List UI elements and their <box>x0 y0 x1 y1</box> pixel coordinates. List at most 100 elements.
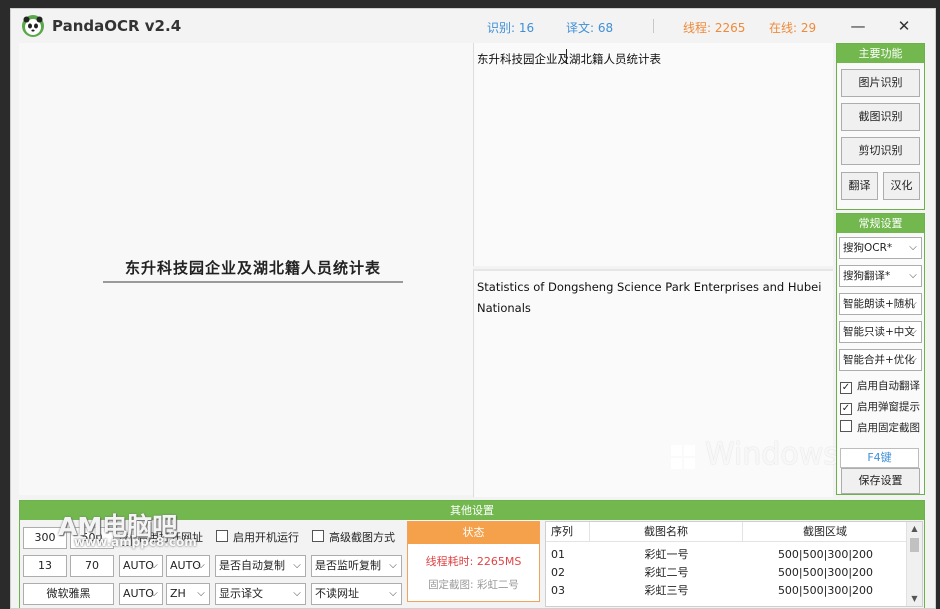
close-button[interactable]: ✕ <box>892 15 916 37</box>
read-only-select[interactable]: 智能只读+中文 ⌵ <box>839 321 922 343</box>
merge-mode-select[interactable]: 智能合并+优化 ⌵ <box>839 349 922 371</box>
image-preview-pane[interactable]: 东升科技园企业及湖北籍人员统计表 <box>19 43 473 495</box>
translate-count: 译文: 68 <box>566 21 614 35</box>
display-mode-select[interactable]: 显示译文 ⌵ <box>215 583 306 605</box>
checkbox-icon <box>312 530 324 542</box>
title-bar[interactable]: PandaOCR v2.4 识别: 16 译文: 68 线程: 2265 在线:… <box>11 9 935 43</box>
translate-button[interactable]: 翻译 <box>841 172 878 200</box>
translate-engine-value: 搜狗翻译* <box>843 270 891 282</box>
table-row[interactable]: 03 彩虹三号 500|500|300|200 <box>546 582 908 600</box>
popup-tip-label: 启用弹窗提示 <box>857 401 920 413</box>
text-caret <box>566 49 567 64</box>
row-name: 彩虹三号 <box>644 584 689 597</box>
chevron-down-icon: ⌵ <box>909 326 917 337</box>
opacity-field[interactable]: 70 <box>70 555 114 577</box>
column-header-name[interactable]: 截图名称 <box>590 522 743 542</box>
ocr-lang-select[interactable]: AUTO ⌵ <box>119 583 163 605</box>
save-settings-button[interactable]: 保存设置 <box>841 468 920 494</box>
chevron-down-icon: ⌵ <box>197 560 205 571</box>
auto-translate-label: 启用自动翻译 <box>857 380 920 392</box>
advanced-capture-checkbox[interactable]: 高级截图方式 <box>312 530 395 546</box>
row-name: 彩虹一号 <box>644 548 689 561</box>
scroll-down-icon[interactable]: ▼ <box>907 592 922 606</box>
minimize-button[interactable]: — <box>846 15 870 37</box>
panda-logo-icon <box>22 15 44 37</box>
main-functions-panel: 主要功能 图片识别 截图识别 剪切识别 翻译 汉化 <box>836 43 925 210</box>
ocr-engine-value: 搜狗OCR* <box>843 242 893 254</box>
hotkey-field[interactable]: F4键 <box>840 448 919 468</box>
checkbox-icon <box>216 530 228 542</box>
fixed-capture-checkbox[interactable]: 启用固定截图 <box>840 420 920 436</box>
popup-tip-checkbox[interactable]: ✓ 启用弹窗提示 <box>840 399 920 415</box>
display-mode-value: 显示译文 <box>219 587 263 600</box>
font-select[interactable]: 微软雅黑 <box>23 583 114 605</box>
auto-translate-checkbox[interactable]: ✓ 启用自动翻译 <box>840 378 920 394</box>
checkbox-icon: ✓ <box>840 382 852 394</box>
url-reading-value: 不读网址 <box>315 587 359 600</box>
auto-copy-value: 是否自动复制 <box>219 559 285 572</box>
recognize-count: 识别: 16 <box>487 21 535 35</box>
checkbox-icon: ✓ <box>840 403 852 415</box>
translate-engine-select[interactable]: 搜狗翻译* ⌵ <box>839 265 922 287</box>
online-count: 在线: 29 <box>769 21 817 35</box>
status-heading: 状态 <box>408 522 539 544</box>
advanced-capture-label: 高级截图方式 <box>329 531 395 544</box>
row-name: 彩虹二号 <box>644 566 689 579</box>
font-size-field[interactable]: 13 <box>23 555 67 577</box>
scroll-up-icon[interactable]: ▲ <box>907 522 922 536</box>
image-ocr-button[interactable]: 图片识别 <box>841 69 920 97</box>
read-only-value: 智能只读+中文 <box>843 326 915 338</box>
title-divider <box>653 19 654 33</box>
preview-document-title: 东升科技园企业及湖北籍人员统计表 <box>124 259 381 277</box>
url-reading-select[interactable]: 不读网址 ⌵ <box>311 583 402 605</box>
fixed-capture-label: 启用固定截图 <box>857 422 920 434</box>
chevron-down-icon: ⌵ <box>389 588 397 599</box>
preview-underline <box>103 281 403 283</box>
startup-run-checkbox[interactable]: 启用开机运行 <box>216 530 299 546</box>
column-header-seq[interactable]: 序列 <box>546 522 590 542</box>
clipboard-ocr-button[interactable]: 剪切识别 <box>841 137 920 165</box>
column-header-region[interactable]: 截图区域 <box>743 522 908 542</box>
chevron-down-icon: ⌵ <box>150 588 158 599</box>
ocr-result-text: 东升科技园企业及湖北籍人员统计表 <box>477 52 661 66</box>
thread-count: 线程: 2265 <box>683 21 746 35</box>
thread-time-text: 线程耗时: 2265MS <box>425 555 522 568</box>
table-row[interactable]: 01 彩虹一号 500|500|300|200 <box>546 546 908 564</box>
read-mode-select[interactable]: 智能朗读+随机 ⌵ <box>839 293 922 315</box>
row-region: 500|500|300|200 <box>777 566 874 579</box>
row-region: 500|500|300|200 <box>777 584 874 597</box>
chevron-down-icon: ⌵ <box>293 588 301 599</box>
target-lang-select[interactable]: AUTO ⌵ <box>166 555 210 577</box>
row-region: 500|500|300|200 <box>777 548 874 561</box>
capture-table[interactable]: 序列 截图名称 截图区域 01 彩虹一号 500|500|300|200 02 … <box>545 521 923 607</box>
output-lang-value: ZH <box>170 587 186 600</box>
chevron-down-icon: ⌵ <box>293 560 301 571</box>
scroll-thumb[interactable] <box>910 538 919 552</box>
source-lang-select[interactable]: AUTO ⌵ <box>119 555 163 577</box>
row-seq: 01 <box>551 548 565 561</box>
translation-text: Statistics of Dongsheng Science Park Ent… <box>477 280 822 315</box>
chevron-down-icon: ⌵ <box>909 270 917 281</box>
windows-logo-icon <box>671 445 695 469</box>
chevron-down-icon: ⌵ <box>909 242 917 253</box>
monitor-copy-value: 是否监听复制 <box>315 559 381 572</box>
ocr-result-textarea[interactable]: 东升科技园企业及湖北籍人员统计表 <box>473 43 833 266</box>
output-lang-select[interactable]: ZH ⌵ <box>166 583 210 605</box>
localize-button[interactable]: 汉化 <box>883 172 920 200</box>
chevron-down-icon: ⌵ <box>197 588 205 599</box>
checkbox-icon <box>840 420 852 432</box>
monitor-copy-select[interactable]: 是否监听复制 ⌵ <box>311 555 402 577</box>
table-scrollbar[interactable]: ▲ ▼ <box>906 522 922 606</box>
general-settings-heading: 常规设置 <box>837 214 924 233</box>
chevron-down-icon: ⌵ <box>150 560 158 571</box>
chevron-down-icon: ⌵ <box>909 298 917 309</box>
status-panel: 状态 线程耗时: 2265MS 固定截图: 彩虹二号 <box>407 521 540 602</box>
row-seq: 03 <box>551 584 565 597</box>
ocr-engine-select[interactable]: 搜狗OCR* ⌵ <box>839 237 922 259</box>
auto-copy-select[interactable]: 是否自动复制 ⌵ <box>215 555 306 577</box>
screenshot-ocr-button[interactable]: 截图识别 <box>841 103 920 131</box>
chevron-down-icon: ⌵ <box>389 560 397 571</box>
table-row[interactable]: 02 彩虹二号 500|500|300|200 <box>546 564 908 582</box>
main-functions-heading: 主要功能 <box>837 44 924 63</box>
merge-mode-value: 智能合并+优化 <box>843 354 915 366</box>
